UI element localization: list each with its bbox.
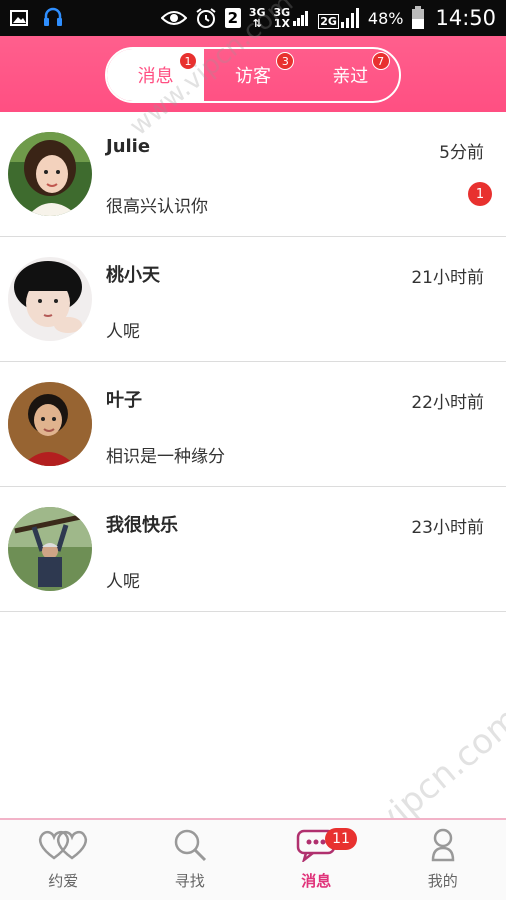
avatar	[8, 382, 92, 466]
nav-item-search[interactable]: 寻找	[127, 820, 254, 900]
hearts-icon	[36, 828, 90, 866]
conversation-time: 5分前	[439, 143, 484, 163]
sim-slot-badge: 2	[224, 8, 241, 28]
signal-icon	[293, 11, 309, 26]
header-bar: 消息 1 访客 3 亲过 7	[0, 36, 506, 112]
messages-count-badge: 11	[325, 828, 357, 850]
tab-messages[interactable]: 消息 1	[107, 49, 205, 101]
bottom-nav: 约爱 寻找 消息 11 我的	[0, 818, 506, 900]
conversation-name: Julie	[106, 136, 151, 157]
nav-item-messages[interactable]: 消息 11	[253, 820, 380, 900]
conversation-message: 很高兴认识你	[106, 197, 208, 217]
tab-visitors-label: 访客	[234, 66, 271, 87]
conversation-message: 相识是一种缘分	[106, 447, 225, 467]
person-icon	[428, 828, 458, 866]
data-arrows-icon: ⇅	[252, 17, 262, 30]
tab-kissed-label: 亲过	[332, 66, 369, 87]
network-3g-indicator: 3G ⇅	[249, 7, 266, 29]
alarm-icon	[195, 7, 217, 29]
conversation-item[interactable]: 桃小天 21小时前 人呢	[0, 237, 506, 362]
conversation-name: 桃小天	[106, 265, 160, 286]
avatar	[8, 257, 92, 341]
conversation-time: 21小时前	[411, 268, 484, 288]
conversation-name: 叶子	[106, 390, 142, 411]
tab-visitors-badge: 3	[276, 52, 295, 70]
battery-percent: 48%	[367, 8, 404, 28]
signal-icon-2	[340, 8, 359, 28]
unread-badge: 1	[468, 182, 492, 206]
conversation-item[interactable]: 叶子 22小时前 相识是一种缘分	[0, 362, 506, 487]
nav-label-messages: 消息	[301, 872, 332, 890]
battery-icon	[411, 6, 425, 30]
conversation-time: 22小时前	[411, 393, 484, 413]
conversation-message: 人呢	[106, 572, 140, 592]
conversation-item[interactable]: 我很快乐 23小时前 人呢	[0, 487, 506, 612]
tab-messages-badge: 1	[179, 52, 197, 70]
avatar	[8, 507, 92, 591]
network-1x-label: 1X	[273, 17, 290, 30]
headset-icon	[42, 6, 64, 30]
search-icon	[172, 828, 208, 866]
nav-item-yueai[interactable]: 约爱	[0, 820, 127, 900]
tab-visitors[interactable]: 访客 3	[204, 49, 301, 101]
avatar	[8, 132, 92, 216]
tab-messages-label: 消息	[137, 66, 174, 87]
conversation-name: 我很快乐	[106, 515, 178, 536]
network-2g-label: 2G	[318, 14, 339, 29]
nav-label-search: 寻找	[174, 872, 205, 890]
tab-kissed-badge: 7	[371, 52, 390, 70]
segmented-tabs: 消息 1 访客 3 亲过 7	[105, 47, 401, 103]
conversation-list: Julie 5分前 很高兴认识你 1 桃小天 21小时前 人呢 叶子 22小时前…	[0, 112, 506, 612]
network-2g-indicator: 2G	[318, 7, 360, 29]
nav-label-yueai: 约爱	[48, 872, 79, 890]
image-icon	[10, 10, 28, 26]
nav-item-profile[interactable]: 我的	[380, 820, 506, 900]
status-bar: 2 3G ⇅ 3G 1X 2G 48% 14:50	[0, 0, 506, 36]
conversation-time: 23小时前	[411, 518, 484, 538]
conversation-message: 人呢	[106, 322, 140, 342]
network-3g-1x-indicator: 3G 1X	[274, 7, 311, 29]
nav-label-profile: 我的	[427, 872, 458, 890]
tab-kissed[interactable]: 亲过 7	[302, 49, 399, 101]
clock: 14:50	[435, 6, 496, 30]
eye-icon	[160, 10, 187, 26]
conversation-item[interactable]: Julie 5分前 很高兴认识你 1	[0, 112, 506, 237]
